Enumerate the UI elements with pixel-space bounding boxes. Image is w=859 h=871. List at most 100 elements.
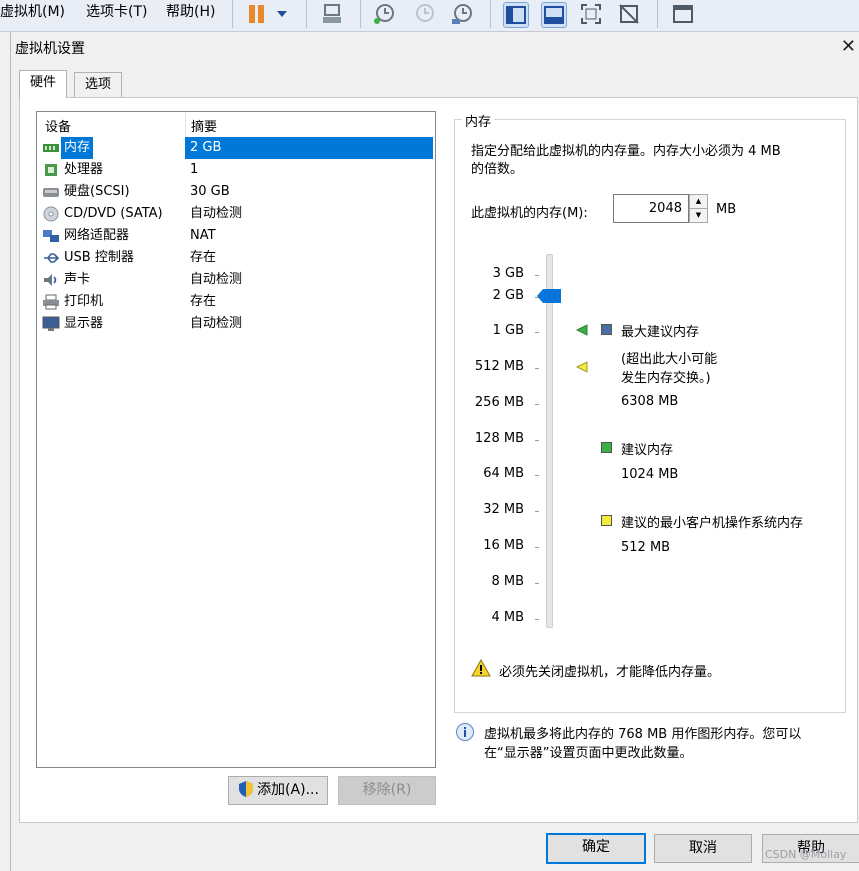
memory-slider-track[interactable] [546,254,553,628]
recommended-swatch [601,442,612,453]
max-recommended-value: 6308 MB [621,394,679,409]
memory-scale-tick [535,332,539,333]
device-name-cell: 打印机 [61,291,106,313]
device-name: USB 控制器 [64,250,134,265]
toolbar-separator [657,0,658,28]
memory-description-line2: 的倍数。 [471,162,524,177]
add-device-button[interactable]: 添加(A)... [228,776,328,805]
chevron-down-icon[interactable] [274,2,298,26]
device-name: 声卡 [64,272,91,287]
network-adapter-icon [42,228,60,244]
info-text-line1: 虚拟机最多将此内存的 768 MB 用作图形内存。您可以 [484,727,802,742]
tab-options[interactable]: 选项 [74,72,123,97]
menu-vm[interactable]: 虚拟机(M) [0,3,65,21]
recommended-marker-icon [575,324,588,340]
warning-text: 必须先关闭虚拟机，才能降低内存量。 [499,665,721,680]
cd-dvd-icon [42,206,60,222]
recommended-value: 1024 MB [621,467,679,482]
memory-scale-tick [535,619,539,620]
device-name-cell: 处理器 [61,159,106,181]
device-summary: 自动检测 [190,316,243,331]
printer-icon [42,294,60,310]
harddisk-icon [42,184,60,200]
memory-scale-label: 32 MB [483,502,524,517]
device-row[interactable]: 内存 2 GB [39,137,433,159]
memory-size-input[interactable] [613,194,689,223]
tab-hardware[interactable]: 硬件 [19,70,68,98]
close-icon[interactable]: ✕ [841,36,856,57]
max-recommended-swatch [601,324,612,335]
device-name-cell: 网络适配器 [61,225,132,247]
memory-slider-thumb[interactable] [537,289,563,307]
cancel-button[interactable]: 取消 [654,834,752,863]
full-screen-icon[interactable] [579,2,603,26]
memory-scale-label: 2 GB [492,288,524,303]
library-view-icon[interactable] [503,2,529,28]
device-row[interactable]: 声卡 自动检测 [39,269,433,291]
device-name: 打印机 [64,294,104,309]
watermark-text: CSDN @Mollay [765,848,847,861]
spin-up-button[interactable]: ▲ [689,194,708,209]
memory-scale-label: 8 MB [491,574,524,589]
column-header-device[interactable]: 设备 [45,116,71,135]
device-summary: 自动检测 [190,272,243,287]
console-view-icon[interactable] [671,2,695,26]
device-row[interactable]: 打印机 存在 [39,291,433,313]
thumbnail-bar-icon[interactable] [541,2,567,28]
min-guest-label: 建议的最小客户机操作系统内存 [621,516,804,531]
processor-icon [42,162,60,178]
device-name-cell: 硬盘(SCSI) [61,181,133,203]
max-recommended-note-line2: 发生内存交换。) [621,371,711,386]
column-header-summary[interactable]: 摘要 [191,116,217,135]
device-name: 内存 [64,140,91,155]
info-icon [455,722,475,746]
device-summary: 自动检测 [190,206,243,221]
min-guest-value: 512 MB [621,540,671,555]
device-row[interactable]: USB 控制器 存在 [39,247,433,269]
menu-help[interactable]: 帮助(H) [166,3,215,21]
spin-down-button[interactable]: ▼ [689,208,708,223]
device-name: 显示器 [64,316,104,331]
pause-icon[interactable] [246,2,270,26]
device-row[interactable]: 网络适配器 NAT [39,225,433,247]
unity-mode-icon[interactable] [617,2,641,26]
device-name-cell: USB 控制器 [61,247,137,269]
app-menubar: 虚拟机(M) 选项卡(T) 帮助(H) [0,0,859,32]
snapshot-icon[interactable] [372,2,396,26]
device-name: CD/DVD (SATA) [64,206,163,221]
memory-scale-label: 64 MB [483,466,524,481]
memory-scale-label: 3 GB [492,266,524,281]
device-row[interactable]: 硬盘(SCSI) 30 GB [39,181,433,203]
toolbar-separator [232,0,233,28]
memory-description-line1: 指定分配给此虚拟机的内存量。内存大小必须为 4 MB [471,144,781,159]
device-row[interactable]: CD/DVD (SATA) 自动检测 [39,203,433,225]
device-name: 网络适配器 [64,228,130,243]
vm-settings-dialog: 虚拟机设置 ✕ 硬件 选项 设备 摘要 内存 2 GB 处理器 1 硬盘(SCSI) 30… [10,32,859,871]
device-name-cell: CD/DVD (SATA) [61,203,166,225]
max-recommended-note-line1: (超出此大小可能 [621,352,718,367]
dialog-title: 虚拟机设置 [15,41,85,57]
column-divider[interactable] [185,112,186,137]
toolbar-separator [490,0,491,28]
menu-tabs[interactable]: 选项卡(T) [86,3,147,21]
send-keys-icon[interactable] [320,2,344,26]
ok-button[interactable]: 确定 [546,833,646,864]
device-row[interactable]: 处理器 1 [39,159,433,181]
device-name: 处理器 [64,162,104,177]
device-list[interactable]: 设备 摘要 内存 2 GB 处理器 1 硬盘(SCSI) 30 GB CD/DVD (SAT… [36,111,436,768]
device-summary: 1 [190,162,199,177]
add-device-label: 添加(A)... [257,782,319,798]
device-summary: 存在 [190,294,217,309]
device-row[interactable]: 显示器 自动检测 [39,313,433,335]
memory-group-title: 内存 [462,111,495,130]
device-summary: 2 GB [185,137,433,159]
snapshot-manager-icon[interactable] [450,2,474,26]
device-name-cell: 声卡 [61,269,93,291]
memory-icon [42,140,60,156]
warning-icon [471,658,491,681]
device-summary: NAT [190,228,216,243]
memory-scale-tick [535,583,539,584]
max-recommended-label: 最大建议内存 [621,325,700,340]
memory-scale-tick [535,404,539,405]
memory-scale-tick [535,440,539,441]
